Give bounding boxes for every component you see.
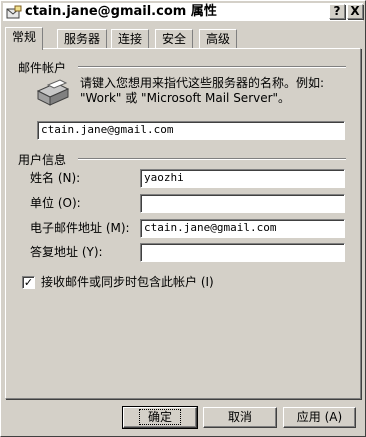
mail-account-separator xyxy=(78,66,346,68)
user-info-group-label: 用户信息 xyxy=(18,153,67,167)
email-label: 电子邮件地址 (M): xyxy=(30,221,130,235)
cancel-button[interactable]: 取消 xyxy=(203,407,277,428)
reply-address-input[interactable] xyxy=(140,243,345,262)
include-account-checkbox[interactable]: ✓ xyxy=(22,276,35,289)
mail-account-icon xyxy=(6,5,22,19)
tab-connection[interactable]: 连接 xyxy=(111,29,150,49)
mail-server-icon xyxy=(36,79,70,106)
close-button[interactable]: X xyxy=(347,4,363,19)
tab-servers[interactable]: 服务器 xyxy=(57,29,108,49)
help-button[interactable]: ? xyxy=(329,4,345,19)
window-title: ctain.jane@gmail.com 属性 xyxy=(25,4,217,19)
title-bar[interactable]: ctain.jane@gmail.com 属性 ? X xyxy=(3,3,363,21)
include-account-label[interactable]: 接收邮件或同步时包含此帐户 (I) xyxy=(41,275,214,290)
general-panel: 邮件帐户 请键入您想用来指代这些服务器的名称。例如: "Work" 或 "Mic… xyxy=(5,48,361,399)
apply-button[interactable]: 应用 (A) xyxy=(283,407,356,428)
tab-general[interactable]: 常规 xyxy=(5,27,44,50)
user-info-separator xyxy=(78,158,346,160)
account-description-line2: "Work" 或 "Microsoft Mail Server"。 xyxy=(80,91,291,105)
email-input[interactable]: ctain.jane@gmail.com xyxy=(140,219,345,238)
properties-dialog: ctain.jane@gmail.com 属性 ? X 常规 服务器 连接 安全… xyxy=(0,0,366,437)
name-input[interactable]: yaozhi xyxy=(140,169,345,188)
organization-label: 单位 (O): xyxy=(30,196,81,210)
ok-button-label: 确定 xyxy=(138,409,181,425)
tab-advanced[interactable]: 高级 xyxy=(199,29,238,49)
reply-address-label: 答复地址 (Y): xyxy=(30,245,103,259)
tab-security[interactable]: 安全 xyxy=(155,29,194,49)
ok-button[interactable]: 确定 xyxy=(122,406,198,429)
account-description-line1: 请键入您想用来指代这些服务器的名称。例如: xyxy=(80,76,325,90)
organization-input[interactable] xyxy=(140,194,345,213)
name-label: 姓名 (N): xyxy=(30,171,81,185)
account-name-input[interactable]: ctain.jane@gmail.com xyxy=(37,121,345,140)
mail-account-group-label: 邮件帐户 xyxy=(18,61,67,75)
